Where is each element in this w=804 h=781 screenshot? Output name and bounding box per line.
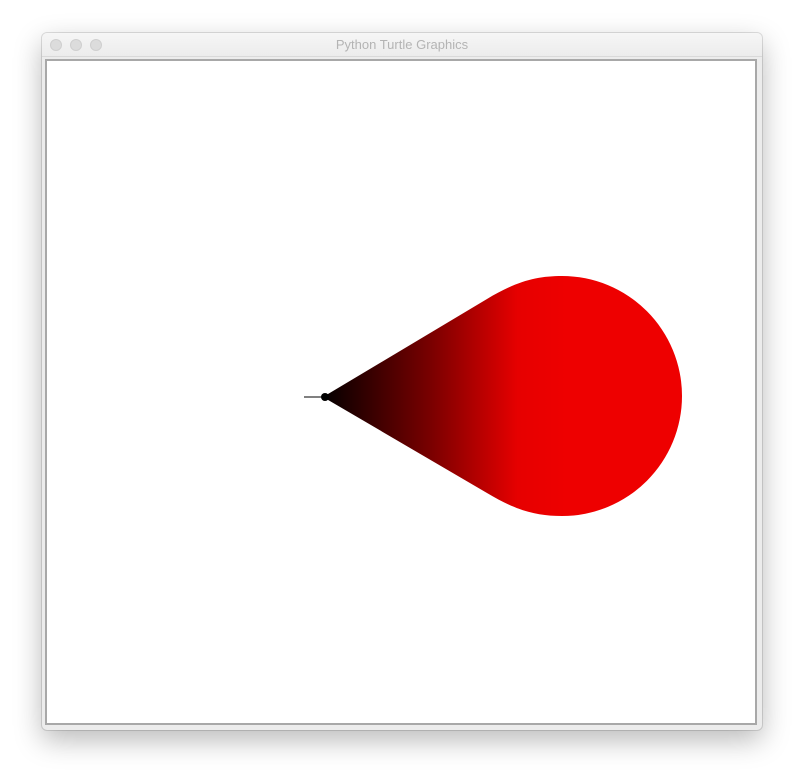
title-bar[interactable]: Python Turtle Graphics <box>42 33 762 57</box>
turtle-canvas-frame <box>45 59 757 725</box>
window-title: Python Turtle Graphics <box>335 37 469 52</box>
turtle-canvas[interactable] <box>47 61 755 723</box>
turtle-window: Python Turtle Graphics <box>42 33 762 730</box>
